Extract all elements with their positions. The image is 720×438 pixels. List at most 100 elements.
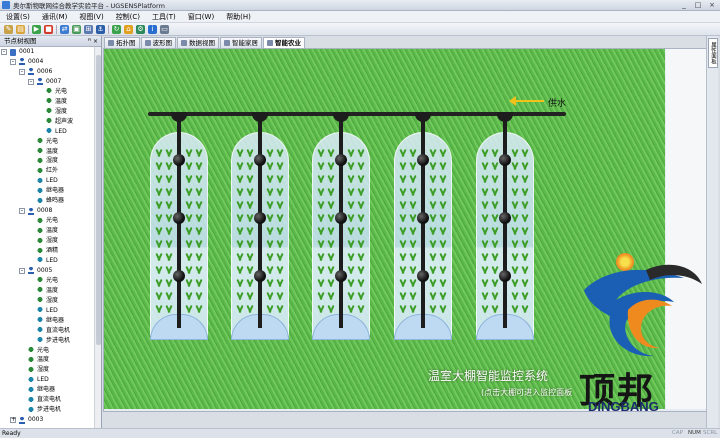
tree-node[interactable]: 温度 xyxy=(28,355,49,365)
collapse-icon[interactable]: - xyxy=(19,267,25,274)
menu-tools[interactable]: 工具(T) xyxy=(152,12,176,22)
menu-comm[interactable]: 通讯(M) xyxy=(42,12,68,22)
tree-node[interactable]: 直流电机 xyxy=(37,326,70,336)
maximize-button[interactable]: □ xyxy=(692,1,704,9)
tree-node-label: 步进电机 xyxy=(46,336,71,344)
expand-icon[interactable]: + xyxy=(10,417,16,424)
plant-icon xyxy=(277,239,283,248)
tree-node[interactable]: 酒精 xyxy=(37,246,58,256)
refresh-icon[interactable]: ↻ xyxy=(112,24,121,34)
tree-node[interactable]: 红外 xyxy=(37,166,58,176)
plant-icon xyxy=(186,213,192,222)
menu-help[interactable]: 帮助(H) xyxy=(226,12,251,22)
menu-control[interactable]: 控制(C) xyxy=(116,12,140,22)
properties-tab[interactable]: 属性面板 xyxy=(708,38,718,68)
tree-scrollbar[interactable] xyxy=(94,47,101,428)
collapse-icon[interactable]: - xyxy=(19,68,25,75)
plant-icon xyxy=(358,304,364,313)
tree-node[interactable]: LED xyxy=(28,375,49,385)
tab-data-view[interactable]: 数据视图 xyxy=(177,37,219,48)
collapse-icon[interactable]: - xyxy=(1,49,7,55)
image-icon[interactable]: ▣ xyxy=(72,24,81,34)
tree-node[interactable]: 温度 xyxy=(46,97,67,107)
tree-node[interactable]: 直流电机 xyxy=(28,395,61,405)
tree-node[interactable]: 湿度 xyxy=(37,296,58,306)
tab-topology[interactable]: 拓扑图 xyxy=(104,37,140,48)
plant-icon xyxy=(186,239,192,248)
stop-icon[interactable]: ■ xyxy=(44,24,53,34)
collapse-icon[interactable]: - xyxy=(28,78,34,85)
plant-icon xyxy=(492,291,498,300)
plant-icon xyxy=(247,174,253,183)
tree-node[interactable]: 超声波 xyxy=(46,117,73,127)
greenhouse-4[interactable] xyxy=(394,112,452,340)
close-button[interactable]: × xyxy=(706,1,718,9)
greenhouse-1[interactable] xyxy=(150,112,208,340)
tab-waveform[interactable]: 波形图 xyxy=(140,37,176,48)
greenhouse-5[interactable] xyxy=(476,112,534,340)
tree-node[interactable]: - 0004 xyxy=(10,57,43,67)
menu-settings[interactable]: 设置(S) xyxy=(6,12,30,22)
collapse-icon[interactable]: - xyxy=(10,58,16,65)
new-icon[interactable]: ✎ xyxy=(4,24,13,34)
tab-label: 智能家居 xyxy=(232,38,258,47)
tree-node[interactable]: 继电器 xyxy=(37,316,64,326)
tree-node[interactable]: 继电器 xyxy=(28,385,55,395)
tree-node[interactable]: 光电 xyxy=(46,87,67,97)
tree-node[interactable]: - 0005 xyxy=(19,266,52,276)
tree-node[interactable]: 步进电机 xyxy=(37,336,70,346)
menu-view[interactable]: 视图(V) xyxy=(79,12,103,22)
tree-node[interactable]: 温度 xyxy=(37,147,58,157)
open-icon[interactable]: ▤ xyxy=(16,24,25,34)
tree-node[interactable]: 光电 xyxy=(37,137,58,147)
tree-node[interactable]: +0003 xyxy=(10,415,43,425)
plant-icon xyxy=(400,265,406,274)
tree-node[interactable]: LED xyxy=(37,176,58,186)
pin-icon[interactable]: ꟸ × xyxy=(88,36,98,47)
tree-node[interactable]: LED xyxy=(37,306,58,316)
tree-node[interactable]: 步进电机 xyxy=(28,405,61,415)
tree-node[interactable]: - 0001 xyxy=(1,47,34,57)
tab-smart-home[interactable]: 智能家居 xyxy=(220,37,262,48)
tree-node[interactable]: 温度 xyxy=(37,226,58,236)
tree-node[interactable]: 温度 xyxy=(37,286,58,296)
tree-node[interactable]: LED xyxy=(46,127,67,137)
connect-icon[interactable]: ⇄ xyxy=(60,24,69,34)
greenhouse-3[interactable] xyxy=(312,112,370,340)
tree-node[interactable]: 蜂鸣器 xyxy=(37,196,64,206)
plant-icon xyxy=(512,252,518,261)
collapse-icon[interactable]: - xyxy=(19,208,25,215)
tree-node[interactable]: 光电 xyxy=(28,346,49,356)
tree-node[interactable]: 湿度 xyxy=(28,365,49,375)
plant-icon xyxy=(400,278,406,287)
minimize-button[interactable]: _ xyxy=(678,1,690,9)
settings-icon[interactable]: ⚙ xyxy=(136,24,145,34)
tree-node[interactable]: - 0006 xyxy=(19,67,52,77)
device-node-icon xyxy=(46,128,52,136)
home-icon[interactable]: ⌂ xyxy=(124,24,133,34)
plant-icon xyxy=(410,200,416,209)
tab-smart-agriculture[interactable]: 智能农业 xyxy=(263,37,305,48)
tree-node[interactable]: 湿度 xyxy=(37,236,58,246)
info-icon[interactable]: i xyxy=(148,24,157,34)
tree-node[interactable]: - 0008 xyxy=(19,206,52,216)
plant-icon xyxy=(492,252,498,261)
plant-icon xyxy=(267,174,273,183)
plant-icon xyxy=(410,252,416,261)
menu-window[interactable]: 窗口(W) xyxy=(188,12,214,22)
anchor-icon[interactable]: ⚓ xyxy=(96,24,105,34)
tree-node[interactable]: 光电 xyxy=(37,276,58,286)
tree-node[interactable]: 湿度 xyxy=(37,156,58,166)
greenhouse-2[interactable] xyxy=(231,112,289,340)
play-icon[interactable]: ▶ xyxy=(32,24,41,34)
plant-icon xyxy=(522,226,528,235)
tree-node[interactable]: - 0007 xyxy=(28,77,61,87)
root-node-icon xyxy=(10,48,16,56)
tree-node[interactable]: LED xyxy=(37,256,58,266)
tree-node[interactable]: 光电 xyxy=(37,216,58,226)
link-icon[interactable]: ⊞ xyxy=(84,24,93,34)
monitor-icon[interactable]: ▭ xyxy=(160,24,169,34)
tree-node[interactable]: 继电器 xyxy=(37,186,64,196)
scrollbar-thumb[interactable] xyxy=(96,55,101,345)
tree-node[interactable]: 湿度 xyxy=(46,107,67,117)
